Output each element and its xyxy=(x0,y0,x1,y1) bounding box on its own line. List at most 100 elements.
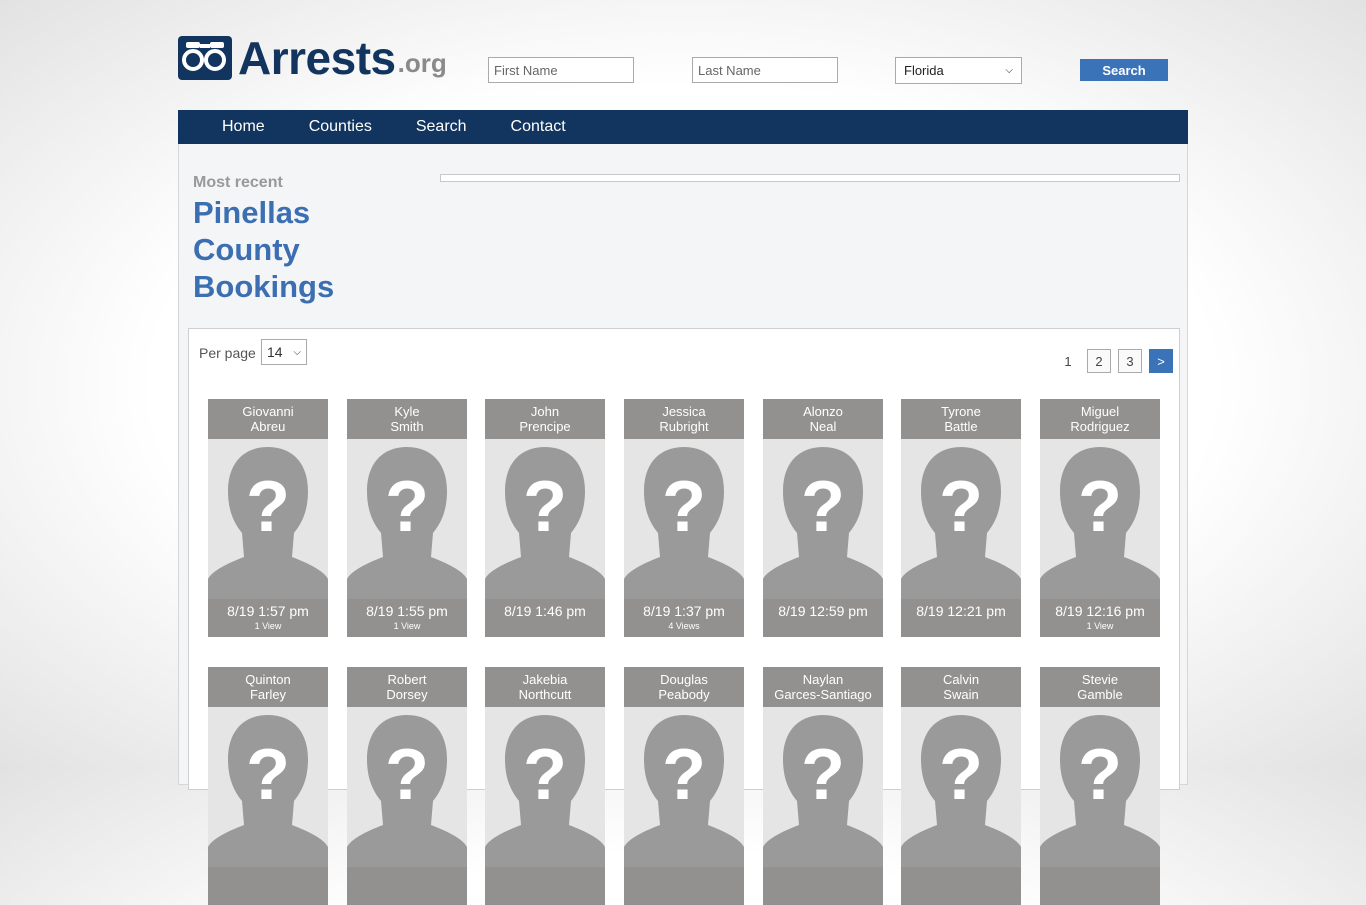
nav-home[interactable]: Home xyxy=(222,118,265,136)
page-title-line: County xyxy=(193,232,300,267)
booking-meta: 8/19 1:46 pm xyxy=(485,599,605,637)
svg-text:?: ? xyxy=(523,467,567,547)
booking-first-name: Tyrone xyxy=(941,404,981,419)
booking-first-name: Alonzo xyxy=(803,404,843,419)
unknown-person-icon: ? xyxy=(485,439,605,599)
page-3-link[interactable]: 3 xyxy=(1118,349,1142,373)
svg-text:?: ? xyxy=(662,467,706,547)
svg-text:?: ? xyxy=(939,467,983,547)
svg-text:?: ? xyxy=(246,735,290,815)
nav-contact[interactable]: Contact xyxy=(511,118,566,136)
ad-banner xyxy=(440,174,1180,182)
booking-card[interactable]: Jakebia Northcutt? xyxy=(485,667,605,905)
chevron-down-icon: ⌵ xyxy=(293,346,301,358)
booking-first-name: Robert xyxy=(387,672,427,687)
booking-meta: 8/19 12:16 pm 1 View xyxy=(1040,599,1160,637)
booking-time xyxy=(1040,867,1160,871)
booking-name: Miguel Rodriguez xyxy=(1040,399,1160,439)
booking-meta: 8/19 1:57 pm 1 View xyxy=(208,599,328,637)
unknown-person-icon: ? xyxy=(208,439,328,599)
booking-meta xyxy=(347,867,467,905)
booking-time xyxy=(624,867,744,871)
booking-first-name: Quinton xyxy=(245,672,291,687)
unknown-person-icon: ? xyxy=(624,439,744,599)
booking-last-name: Rodriguez xyxy=(1070,419,1130,434)
booking-card[interactable]: Douglas Peabody? xyxy=(624,667,744,905)
booking-name: Giovanni Abreu xyxy=(208,399,328,439)
booking-name: Naylan Garces-Santiago xyxy=(763,667,883,707)
booking-meta xyxy=(485,867,605,905)
pagination: 1 2 3 > xyxy=(1049,349,1173,373)
booking-meta: 8/19 1:37 pm 4 Views xyxy=(624,599,744,637)
booking-meta: 8/19 12:21 pm xyxy=(901,599,1021,637)
unknown-person-icon: ? xyxy=(485,707,605,867)
booking-card[interactable]: Calvin Swain? xyxy=(901,667,1021,905)
unknown-person-icon: ? xyxy=(347,439,467,599)
booking-name: Tyrone Battle xyxy=(901,399,1021,439)
search-button[interactable]: Search xyxy=(1080,59,1168,81)
booking-first-name: Giovanni xyxy=(242,404,294,419)
booking-last-name: Dorsey xyxy=(386,687,428,702)
per-page-label: Per page xyxy=(199,345,256,361)
booking-meta: 8/19 12:59 pm xyxy=(763,599,883,637)
booking-first-name: Calvin xyxy=(942,672,980,687)
booking-first-name: Douglas xyxy=(660,672,708,687)
nav-search[interactable]: Search xyxy=(416,118,467,136)
per-page-select[interactable]: 14 ⌵ xyxy=(261,339,307,365)
unknown-person-icon: ? xyxy=(763,707,883,867)
state-select-value: Florida xyxy=(904,63,944,78)
booking-time: 8/19 12:21 pm xyxy=(916,603,1006,619)
booking-last-name: Battle xyxy=(944,419,978,434)
booking-last-name: Peabody xyxy=(658,687,710,702)
booking-meta xyxy=(1040,867,1160,905)
state-select[interactable]: Florida ⌵ xyxy=(895,57,1022,84)
booking-meta: 8/19 1:55 pm 1 View xyxy=(347,599,467,637)
booking-card[interactable]: Miguel Rodriguez? 8/19 12:16 pm 1 View xyxy=(1040,399,1160,637)
booking-last-name: Abreu xyxy=(250,419,286,434)
booking-first-name: Stevie xyxy=(1081,672,1119,687)
booking-last-name: Northcutt xyxy=(518,687,572,702)
booking-card[interactable]: Kyle Smith? 8/19 1:55 pm 1 View xyxy=(347,399,467,637)
booking-last-name: Neal xyxy=(809,419,837,434)
booking-name: Jessica Rubright xyxy=(624,399,744,439)
booking-name: Jakebia Northcutt xyxy=(485,667,605,707)
svg-text:?: ? xyxy=(801,467,845,547)
booking-card[interactable]: Jessica Rubright? 8/19 1:37 pm 4 Views xyxy=(624,399,744,637)
booking-card[interactable]: Naylan Garces-Santiago? xyxy=(763,667,883,905)
booking-card[interactable]: Robert Dorsey? xyxy=(347,667,467,905)
booking-first-name: Naylan xyxy=(802,672,844,687)
booking-name: Kyle Smith xyxy=(347,399,467,439)
booking-first-name: Jessica xyxy=(662,404,706,419)
booking-name: Stevie Gamble xyxy=(1040,667,1160,707)
booking-time: 8/19 1:55 pm xyxy=(366,603,448,619)
unknown-person-icon: ? xyxy=(347,707,467,867)
logo-suffix: .org xyxy=(397,48,447,78)
next-page-button[interactable]: > xyxy=(1149,349,1173,373)
booking-card[interactable]: Quinton Farley? xyxy=(208,667,328,905)
page-title-line: Pinellas xyxy=(193,195,311,230)
booking-card[interactable]: Alonzo Neal? 8/19 12:59 pm xyxy=(763,399,883,637)
svg-text:?: ? xyxy=(939,735,983,815)
booking-views: 1 View xyxy=(1086,621,1114,631)
booking-last-name: Gamble xyxy=(1077,687,1123,702)
booking-name: John Prencipe xyxy=(485,399,605,439)
booking-card[interactable]: Stevie Gamble? xyxy=(1040,667,1160,905)
booking-card[interactable]: Tyrone Battle? 8/19 12:21 pm xyxy=(901,399,1021,637)
booking-time xyxy=(208,867,328,871)
booking-meta xyxy=(624,867,744,905)
booking-card[interactable]: John Prencipe? 8/19 1:46 pm xyxy=(485,399,605,637)
first-name-input[interactable] xyxy=(488,57,634,83)
booking-card[interactable]: Giovanni Abreu? 8/19 1:57 pm 1 View xyxy=(208,399,328,637)
booking-meta xyxy=(208,867,328,905)
main-nav: Home Counties Search Contact xyxy=(178,110,1188,144)
booking-time: 8/19 12:59 pm xyxy=(778,603,868,619)
page-2-link[interactable]: 2 xyxy=(1087,349,1111,373)
nav-counties[interactable]: Counties xyxy=(309,118,372,136)
site-logo[interactable]: Arrests .org xyxy=(178,35,447,81)
booking-time xyxy=(763,867,883,871)
booking-name: Robert Dorsey xyxy=(347,667,467,707)
kicker-text: Most recent xyxy=(193,174,283,191)
svg-text:?: ? xyxy=(801,735,845,815)
svg-text:?: ? xyxy=(246,467,290,547)
last-name-input[interactable] xyxy=(692,57,838,83)
